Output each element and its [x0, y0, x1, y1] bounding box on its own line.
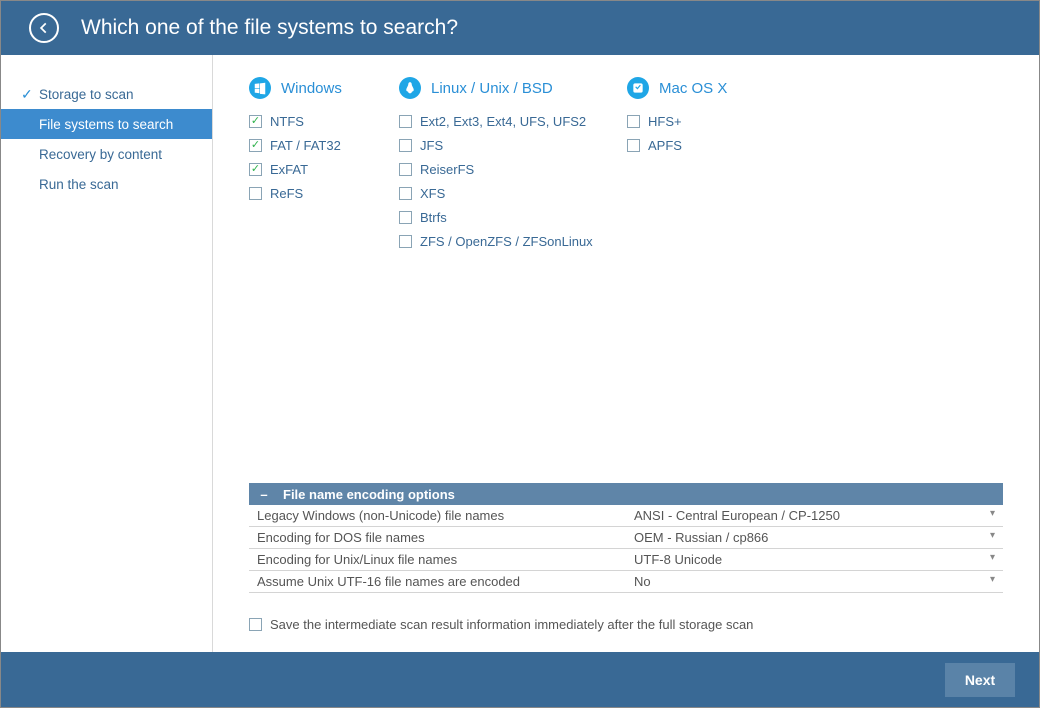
- fs-group-label: Windows: [281, 80, 342, 97]
- fs-option[interactable]: Btrfs: [399, 207, 627, 227]
- back-button[interactable]: [29, 13, 59, 43]
- encoding-row-value[interactable]: ANSI - Central European / CP-1250: [626, 505, 1003, 527]
- fs-option-label: JFS: [420, 138, 443, 153]
- fs-option-label: NTFS: [270, 114, 304, 129]
- fs-option[interactable]: ZFS / OpenZFS / ZFSonLinux: [399, 231, 627, 251]
- fs-group-windows: Windows NTFS FAT / FAT32 ExFAT ReFS: [249, 77, 399, 251]
- wizard-sidebar: Storage to scan File systems to search Rec…: [1, 55, 213, 652]
- fs-checkbox[interactable]: [399, 163, 412, 176]
- fs-checkbox[interactable]: [399, 139, 412, 152]
- encoding-table: Legacy Windows (non-Unicode) file namesA…: [249, 505, 1003, 593]
- encoding-row-value[interactable]: UTF-8 Unicode: [626, 549, 1003, 571]
- page-title: Which one of the file systems to search?: [81, 16, 458, 40]
- fs-group-mac: Mac OS X HFS+ APFS: [627, 77, 777, 251]
- encoding-row: Legacy Windows (non-Unicode) file namesA…: [249, 505, 1003, 527]
- fs-option-label: Ext2, Ext3, Ext4, UFS, UFS2: [420, 114, 586, 129]
- encoding-row: Encoding for Unix/Linux file namesUTF-8 …: [249, 549, 1003, 571]
- fs-option-label: APFS: [648, 138, 682, 153]
- fs-checkbox[interactable]: [627, 139, 640, 152]
- sidebar-item-label: Storage to scan: [39, 87, 134, 102]
- fs-option[interactable]: NTFS: [249, 111, 399, 131]
- fs-option[interactable]: ExFAT: [249, 159, 399, 179]
- sidebar-item-label: Recovery by content: [39, 147, 162, 162]
- fs-option-label: Btrfs: [420, 210, 447, 225]
- fs-option[interactable]: APFS: [627, 135, 777, 155]
- fs-option-label: ZFS / OpenZFS / ZFSonLinux: [420, 234, 593, 249]
- encoding-panel-header[interactable]: – File name encoding options: [249, 483, 1003, 505]
- windows-icon: [249, 77, 271, 99]
- fs-option[interactable]: FAT / FAT32: [249, 135, 399, 155]
- wizard-header: Which one of the file systems to search?: [1, 1, 1039, 55]
- encoding-row-label: Encoding for DOS file names: [249, 527, 626, 549]
- next-button[interactable]: Next: [945, 663, 1015, 697]
- fs-group-label: Mac OS X: [659, 80, 727, 97]
- fs-checkbox[interactable]: [399, 115, 412, 128]
- encoding-row: Encoding for DOS file namesOEM - Russian…: [249, 527, 1003, 549]
- sidebar-item-label: Run the scan: [39, 177, 119, 192]
- fs-option[interactable]: Ext2, Ext3, Ext4, UFS, UFS2: [399, 111, 627, 131]
- sidebar-item-step-2[interactable]: Recovery by content: [1, 139, 212, 169]
- fs-checkbox[interactable]: [399, 235, 412, 248]
- encoding-row-value[interactable]: No: [626, 571, 1003, 593]
- save-intermediate-label: Save the intermediate scan result inform…: [270, 617, 753, 632]
- fs-checkbox[interactable]: [249, 163, 262, 176]
- fs-checkbox[interactable]: [249, 115, 262, 128]
- wizard-footer: Next: [1, 652, 1039, 707]
- encoding-row-label: Encoding for Unix/Linux file names: [249, 549, 626, 571]
- linux-icon: [399, 77, 421, 99]
- fs-option[interactable]: XFS: [399, 183, 627, 203]
- fs-group-linux: Linux / Unix / BSD Ext2, Ext3, Ext4, UFS,…: [399, 77, 627, 251]
- sidebar-item-step-0[interactable]: Storage to scan: [1, 79, 212, 109]
- encoding-row-label: Assume Unix UTF-16 file names are encode…: [249, 571, 626, 593]
- fs-group-header: Windows: [249, 77, 399, 99]
- fs-option[interactable]: ReFS: [249, 183, 399, 203]
- sidebar-item-step-3[interactable]: Run the scan: [1, 169, 212, 199]
- fs-option[interactable]: ReiserFS: [399, 159, 627, 179]
- fs-group-label: Linux / Unix / BSD: [431, 80, 553, 97]
- fs-option-label: HFS+: [648, 114, 682, 129]
- fs-option[interactable]: JFS: [399, 135, 627, 155]
- fs-option-label: ExFAT: [270, 162, 308, 177]
- encoding-row: Assume Unix UTF-16 file names are encode…: [249, 571, 1003, 593]
- sidebar-item-label: File systems to search: [39, 117, 173, 132]
- arrow-left-icon: [37, 21, 51, 35]
- save-intermediate-checkbox[interactable]: [249, 618, 262, 631]
- encoding-row-value[interactable]: OEM - Russian / cp866: [626, 527, 1003, 549]
- fs-option-label: ReiserFS: [420, 162, 474, 177]
- fs-option-label: XFS: [420, 186, 445, 201]
- save-intermediate-row[interactable]: Save the intermediate scan result inform…: [249, 617, 1003, 632]
- fs-group-header: Linux / Unix / BSD: [399, 77, 627, 99]
- fs-option[interactable]: HFS+: [627, 111, 777, 131]
- fs-checkbox[interactable]: [627, 115, 640, 128]
- fs-checkbox[interactable]: [399, 211, 412, 224]
- encoding-row-label: Legacy Windows (non-Unicode) file names: [249, 505, 626, 527]
- fs-option-label: ReFS: [270, 186, 303, 201]
- fs-group-header: Mac OS X: [627, 77, 777, 99]
- encoding-panel: – File name encoding options Legacy Wind…: [249, 483, 1003, 593]
- collapse-icon[interactable]: –: [257, 487, 271, 502]
- fs-checkbox[interactable]: [249, 187, 262, 200]
- fs-option-label: FAT / FAT32: [270, 138, 341, 153]
- fs-checkbox[interactable]: [399, 187, 412, 200]
- main-panel: Windows NTFS FAT / FAT32 ExFAT ReFS Linux / U…: [213, 55, 1039, 652]
- encoding-panel-title: File name encoding options: [283, 487, 455, 502]
- sidebar-item-step-1[interactable]: File systems to search: [1, 109, 212, 139]
- mac-icon: [627, 77, 649, 99]
- fs-checkbox[interactable]: [249, 139, 262, 152]
